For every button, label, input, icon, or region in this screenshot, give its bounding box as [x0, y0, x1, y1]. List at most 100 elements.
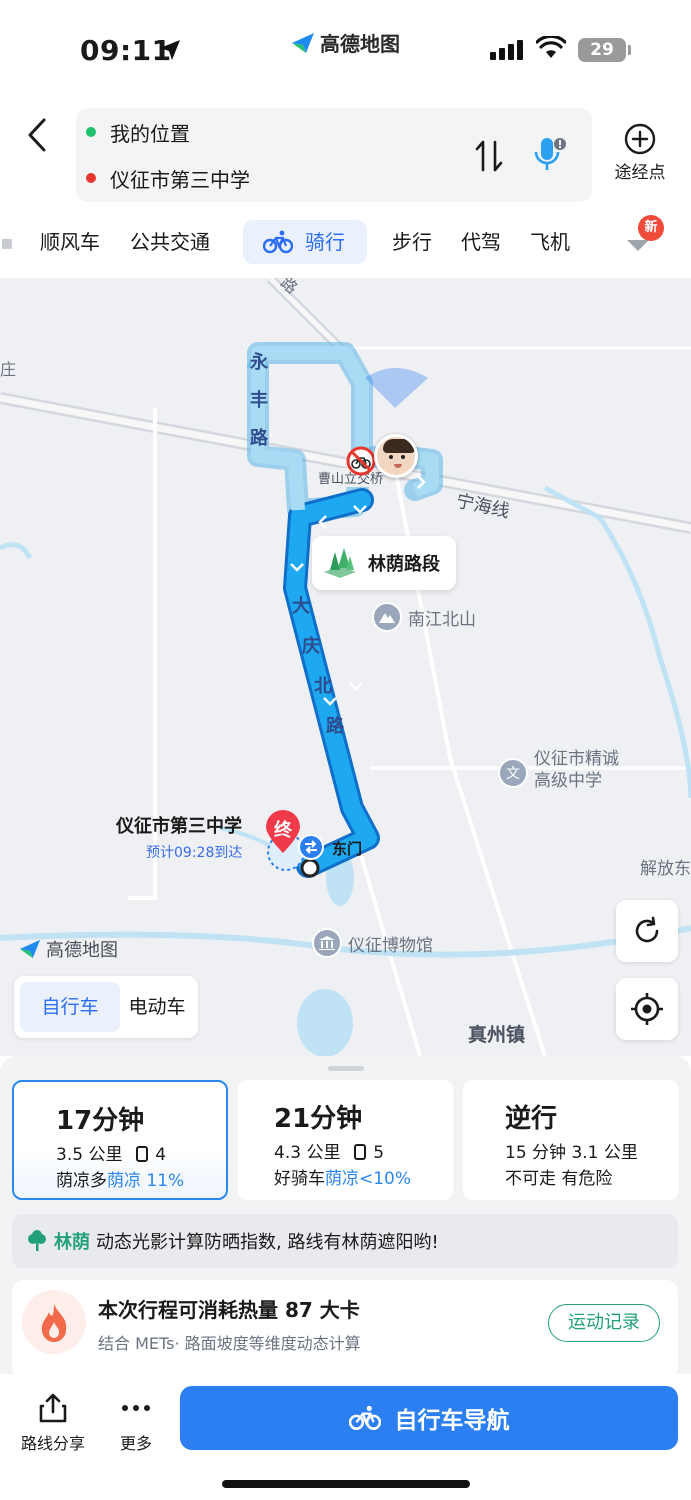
locate-crosshair-icon [631, 993, 663, 1025]
shade-segment-card[interactable]: 林荫路段 [312, 536, 456, 590]
sheet-drag-handle[interactable] [328, 1066, 364, 1071]
refresh-icon [635, 916, 659, 943]
home-indicator[interactable] [222, 1480, 470, 1488]
road-label-daqing-3: 北 [314, 676, 332, 697]
route-plan-card[interactable]: 逆行 15 分钟 3.1 公里 不可走 有危险 [463, 1080, 679, 1200]
plan-shade-value: 荫凉<10% [325, 1169, 412, 1189]
app-brand-name: 高德地图 [320, 32, 400, 56]
route-plan-card[interactable]: 21分钟 4.3 公里 5 好骑车荫凉<10% [238, 1080, 453, 1200]
plan-warning: 不可走 有危险 [505, 1169, 613, 1189]
shade-segment-label: 林荫路段 [368, 554, 440, 575]
route-input-box: 我的位置 仪征市第三中学 [76, 108, 592, 202]
status-bar: 09:11 高德地图 29 [0, 0, 691, 100]
school-icon: 文 [498, 758, 528, 788]
waypoint-label: 途经点 [614, 163, 666, 183]
bicycle-icon [263, 230, 293, 254]
map-label-jiefang: 解放东 [640, 859, 691, 879]
add-circle-icon [624, 123, 656, 155]
no-cycling-sign-icon [346, 446, 376, 476]
bike-type-ebike[interactable]: 电动车 [120, 982, 194, 1032]
more-label: 更多 [119, 1434, 152, 1453]
plan-shade-line: 荫凉多荫凉 11% [56, 1166, 184, 1191]
origin-text: 我的位置 [110, 121, 190, 146]
gate-label: 东门 [332, 840, 363, 858]
end-pin-label: 终 [274, 820, 292, 841]
voice-input-icon[interactable] [530, 134, 568, 176]
road-label-daqing-1: 大 [292, 596, 310, 617]
map-logo-text: 高德地图 [46, 940, 118, 961]
plan-lights: 5 [373, 1143, 385, 1163]
travel-mode-tabs: ▪ 顺风车 公共交通 骑行 步行 代驾 飞机 [0, 212, 691, 268]
traffic-light-icon [353, 1144, 366, 1160]
sport-record-button[interactable]: 运动记录 [548, 1304, 660, 1342]
map-logo: 高德地图 [18, 936, 118, 962]
back-button[interactable] [20, 112, 56, 158]
traffic-light-icon [135, 1146, 148, 1162]
origin-field[interactable]: 我的位置 [86, 112, 190, 152]
destination-text: 仪征市第三中学 [110, 167, 250, 192]
add-waypoint-button[interactable]: 途经点 [604, 122, 676, 192]
gate-entrance-icon [298, 834, 324, 860]
tab-partial-left[interactable]: ▪ [0, 220, 14, 264]
museum-icon [312, 928, 342, 958]
new-badge: 新 [638, 215, 664, 241]
plan-shade-line: 好骑车荫凉<10% [274, 1164, 411, 1189]
plan-distance-lights: 3.5 公里 4 [56, 1140, 166, 1165]
more-button[interactable]: 更多 [112, 1392, 160, 1454]
tree-icon [28, 1230, 46, 1251]
shade-tip-text: 动态光影计算防晒指数, 路线有林荫遮阳哟! [96, 1232, 439, 1253]
share-route-button[interactable]: 路线分享 [18, 1392, 88, 1454]
map-label-zhenzhou-town: 真州镇 [468, 1024, 526, 1046]
tab-chauffeur[interactable]: 代驾 [461, 220, 501, 264]
poi-museum[interactable]: 仪征博物馆 [312, 928, 433, 958]
mountain-icon [372, 602, 402, 632]
map-label-village: 庄 [0, 360, 17, 379]
tree-shade-icon [324, 548, 356, 578]
more-dots-icon [122, 1405, 150, 1411]
tab-cycling[interactable]: 骑行 [243, 220, 367, 264]
poi-jingcheng-school[interactable]: 文 仪征市精诚 高级中学 [498, 748, 619, 792]
locate-me-button[interactable] [616, 978, 678, 1040]
origin-dot [86, 127, 96, 137]
tab-rideshare[interactable]: 顺风车 [40, 220, 100, 264]
tab-flight[interactable]: 飞机 [530, 220, 570, 264]
bicycle-icon [348, 1405, 381, 1430]
road-label-yongfeng-1: 永 [250, 352, 268, 373]
tab-walking[interactable]: 步行 [392, 220, 432, 264]
plan-shade-prefix: 好骑车 [274, 1169, 325, 1189]
road-label-yongfeng-2: 丰 [250, 390, 268, 411]
map-view[interactable]: 庄 路 永 丰 路 大 庆 北 路 曹山立交桥 宁海线 解放东 真州镇 林荫路段 [0, 278, 691, 1056]
share-route-label: 路线分享 [20, 1434, 85, 1453]
shade-tip-banner[interactable]: 林荫 动态光影计算防晒指数, 路线有林荫遮阳哟! [12, 1214, 678, 1268]
poi-nanjiang[interactable]: 南江北山 [372, 602, 476, 632]
bike-type-toggle: 自行车 电动车 [14, 976, 198, 1038]
plan-summary: 15 分钟 3.1 公里 [505, 1143, 638, 1163]
destination-marker[interactable]: 终 [264, 810, 302, 854]
plan-distance-lights: 4.3 公里 5 [274, 1138, 384, 1163]
destination-dot [86, 173, 96, 183]
destination-map-name: 仪征市第三中学 [116, 816, 242, 837]
swap-route-icon[interactable] [472, 138, 506, 174]
plan-distance: 3.5 公里 [56, 1145, 123, 1165]
wifi-icon [536, 36, 566, 58]
route-plan-card[interactable]: 17分钟 3.5 公里 4 荫凉多荫凉 11% [12, 1080, 228, 1200]
poi-nanjiang-label: 南江北山 [408, 609, 476, 630]
tab-public-transit[interactable]: 公共交通 [130, 220, 210, 264]
plan-shade-prefix: 荫凉多 [56, 1171, 107, 1191]
poi-jingcheng-label: 仪征市精诚 高级中学 [534, 749, 619, 791]
amap-watermark-icon [19, 939, 41, 959]
calorie-subtitle: 结合 METs· 路面坡度等维度动态计算 [98, 1334, 361, 1353]
calorie-card: 本次行程可消耗热量 87 大卡 结合 METs· 路面坡度等维度动态计算 运动记… [12, 1280, 678, 1380]
share-icon [39, 1393, 67, 1423]
plan-distance: 4.3 公里 [274, 1143, 341, 1163]
road-label-yongfeng-3: 路 [250, 428, 268, 449]
user-location-avatar[interactable] [374, 434, 418, 478]
plan-lights: 4 [155, 1145, 167, 1165]
tab-cycling-label: 骑行 [305, 230, 345, 254]
bike-type-bicycle[interactable]: 自行车 [20, 982, 120, 1032]
start-bike-navigation-button[interactable]: 自行车导航 [180, 1386, 678, 1450]
destination-field[interactable]: 仪征市第三中学 [86, 158, 250, 198]
refresh-route-button[interactable] [616, 900, 678, 962]
poi-museum-label: 仪征博物馆 [348, 935, 433, 956]
location-arrow-icon [160, 40, 180, 60]
